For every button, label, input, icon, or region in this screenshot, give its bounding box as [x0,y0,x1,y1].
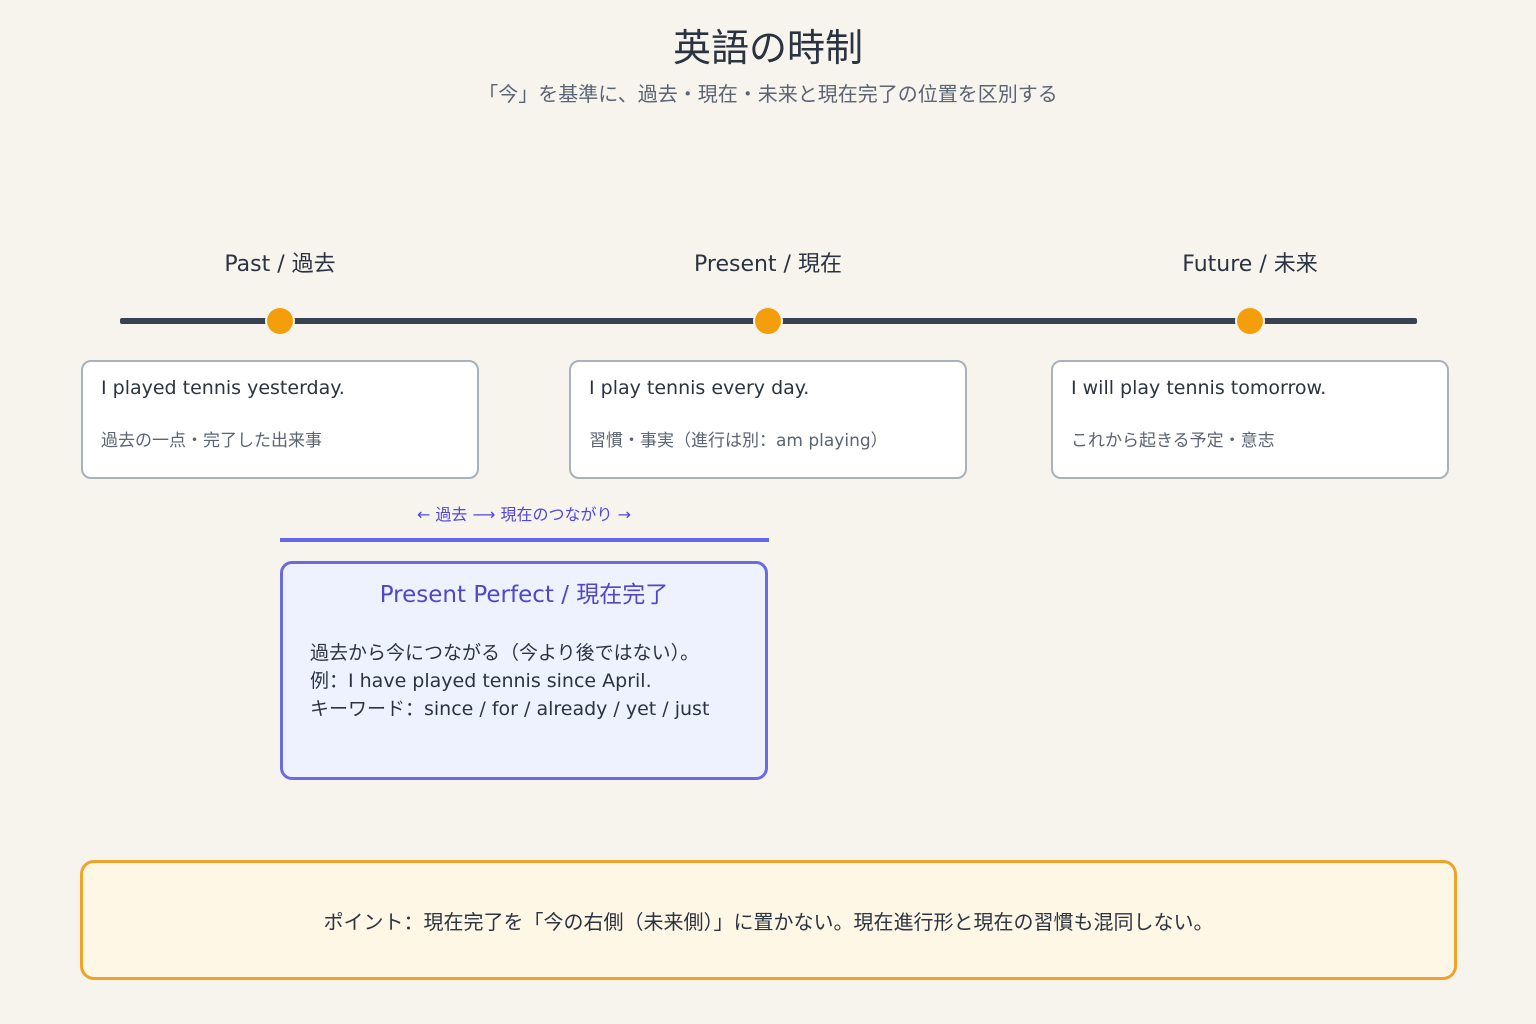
present-perfect-keywords: キーワード：since / for / already / yet / just [310,698,710,720]
present-label: Present / 現在 [694,252,842,277]
present-note: 習慣・事実（進行は別：am playing） [589,431,888,451]
future-note: これから起きる予定・意志 [1071,431,1275,451]
present-marker [755,308,781,334]
past-card: I played tennis yesterday. 過去の一点・完了した出来事 [81,360,479,479]
future-label: Future / 未来 [1182,252,1318,277]
connection-label: ← 過去 ⟶ 現在のつながり → [416,505,632,524]
past-example: I played tennis yesterday. [101,377,345,399]
connection-line [280,538,769,542]
past-label: Past / 過去 [224,252,336,277]
present-perfect-description: 過去から今につながる（今より後ではない）。 [310,642,700,664]
present-card: I play tennis every day. 習慣・事実（進行は別：am p… [569,360,967,479]
point-box: ポイント：現在完了を「今の右側（未来側）」に置かない。現在進行形と現在の習慣も混… [80,860,1457,980]
past-note: 過去の一点・完了した出来事 [101,431,322,451]
present-example: I play tennis every day. [589,377,810,399]
present-perfect-box: Present Perfect / 現在完了 過去から今につながる（今より後では… [280,561,768,780]
page-subtitle: 「今」を基準に、過去・現在・未来と現在完了の位置を区別する [478,82,1058,106]
past-marker [267,308,293,334]
future-marker [1237,308,1263,334]
present-perfect-title: Present Perfect / 現在完了 [379,582,669,608]
future-card: I will play tennis tomorrow. これから起きる予定・意… [1051,360,1449,479]
point-text: ポイント：現在完了を「今の右側（未来側）」に置かない。現在進行形と現在の習慣も混… [323,910,1214,934]
page-title: 英語の時制 [672,26,863,70]
present-perfect-example: 例：I have played tennis since April. [310,670,652,692]
future-example: I will play tennis tomorrow. [1071,377,1327,399]
